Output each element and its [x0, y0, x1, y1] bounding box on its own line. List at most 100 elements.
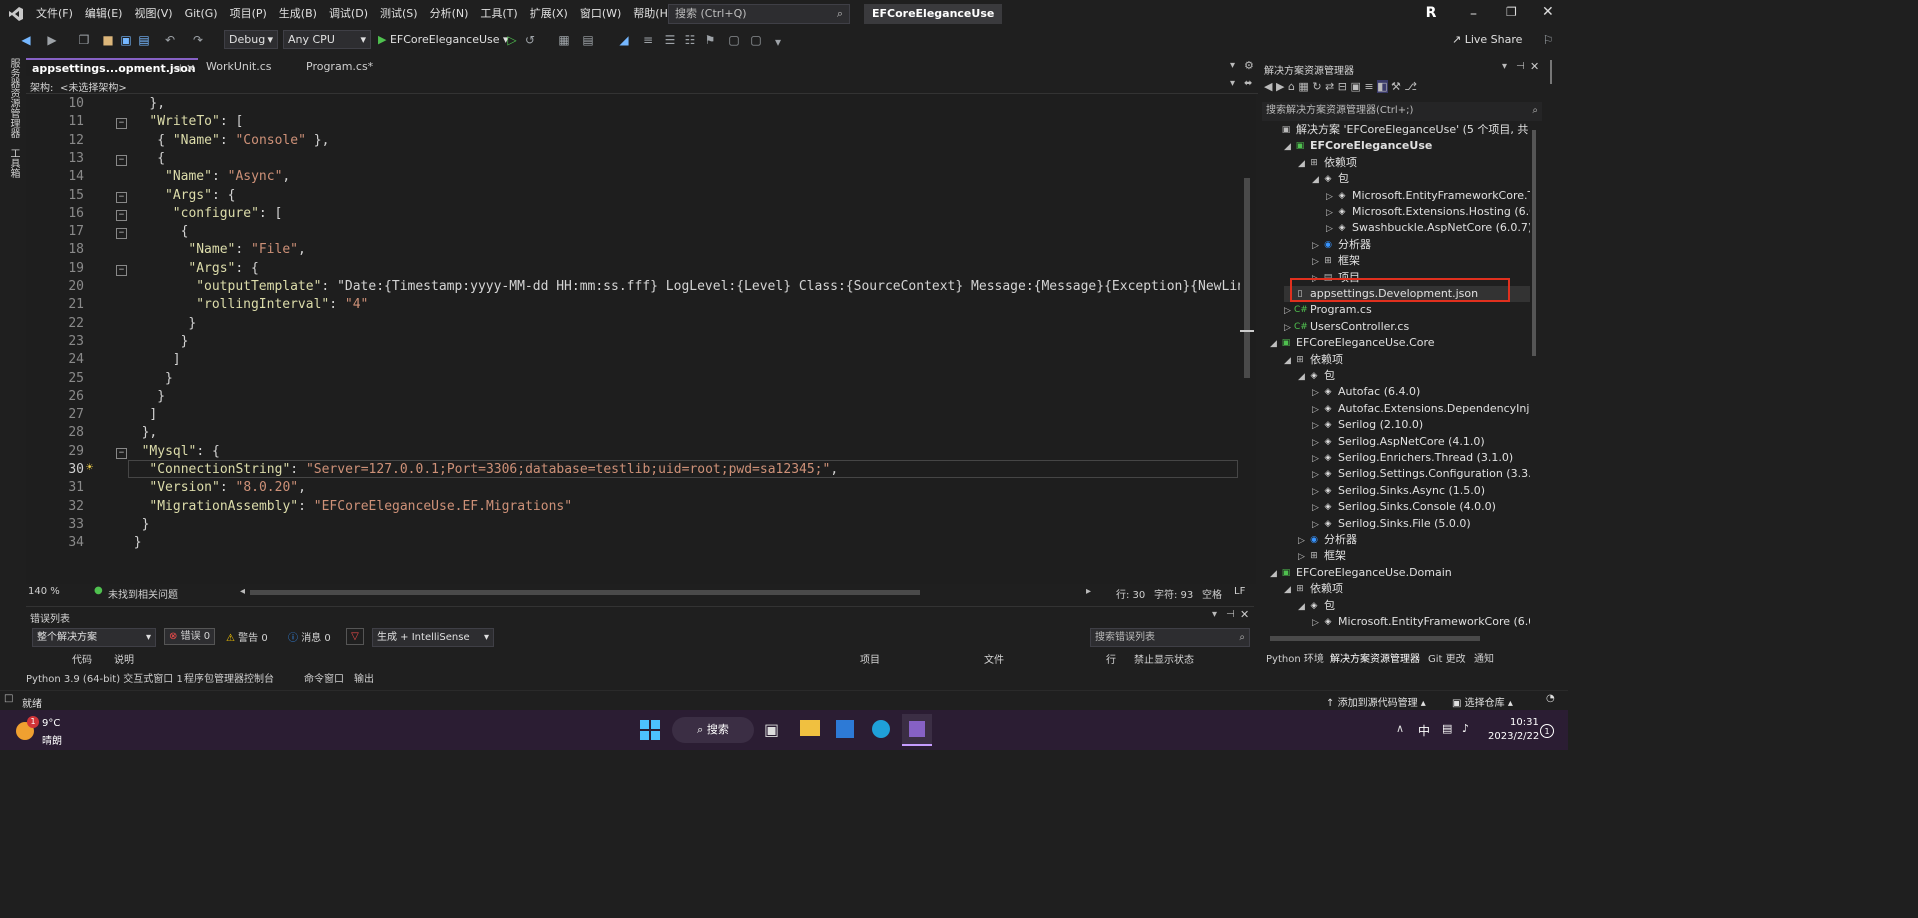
- col-line[interactable]: 行: [1106, 651, 1116, 666]
- menu-item[interactable]: 分析(N): [424, 0, 475, 28]
- git-icon[interactable]: ⎇: [1404, 80, 1417, 93]
- messages-filter[interactable]: ⓘ 消息 0: [288, 629, 331, 644]
- save-icon[interactable]: ▣: [118, 30, 134, 50]
- tree-item[interactable]: ▷ C# UsersController.cs: [1284, 319, 1530, 335]
- expand-arrow-icon[interactable]: ◢: [1312, 172, 1322, 188]
- toolbox-tab[interactable]: 工具箱: [6, 148, 21, 178]
- redo-icon[interactable]: ↷: [190, 30, 206, 50]
- back-icon[interactable]: ◀: [1264, 80, 1272, 93]
- expand-arrow-icon[interactable]: ▷: [1326, 189, 1336, 205]
- col-suppression[interactable]: 禁止显示状态: [1134, 651, 1194, 666]
- tree-item[interactable]: ◢ ⊞ 依赖项: [1284, 352, 1530, 368]
- tree-item[interactable]: ▷ C# Program.cs: [1284, 302, 1530, 318]
- col-code[interactable]: 代码: [72, 651, 92, 666]
- menu-item[interactable]: 项目(P): [224, 0, 273, 28]
- collapse-all-icon[interactable]: ⊟: [1338, 80, 1347, 93]
- panel-menu-icon[interactable]: ▾: [1502, 61, 1507, 72]
- close-tab-icon[interactable]: ✕: [186, 60, 195, 78]
- tab-git-changes[interactable]: Git 更改: [1428, 650, 1466, 665]
- select-repo[interactable]: ▣ 选择仓库 ▴: [1452, 694, 1513, 709]
- comment-icon[interactable]: ☰: [662, 30, 678, 50]
- eol-indicator[interactable]: LF: [1234, 586, 1245, 597]
- tree-item[interactable]: ▣ 解决方案 'EFCoreEleganceUse' (5 个项目, 共 5 个): [1270, 122, 1530, 138]
- tree-scrollbar[interactable]: [1530, 122, 1538, 648]
- tree-item[interactable]: ▷ ◈ Autofac (6.4.0): [1312, 384, 1530, 400]
- tree-item[interactable]: ▷ ◈ Serilog (2.10.0): [1312, 417, 1530, 433]
- network-icon[interactable]: ▤: [1442, 722, 1452, 735]
- tree-item[interactable]: ▷ ⊞ 框架: [1312, 253, 1530, 269]
- expand-arrow-icon[interactable]: ▷: [1312, 517, 1322, 533]
- menu-item[interactable]: 视图(V): [128, 0, 178, 28]
- expand-arrow-icon[interactable]: ▷: [1326, 221, 1336, 237]
- filter-button[interactable]: ▽: [346, 628, 364, 645]
- expand-arrow-icon[interactable]: ◢: [1298, 599, 1308, 615]
- add-source-control[interactable]: ↑ 添加到源代码管理 ▴: [1326, 694, 1426, 709]
- fold-toggle-icon[interactable]: −: [116, 118, 127, 130]
- tab-solution-explorer[interactable]: 解决方案资源管理器: [1330, 650, 1420, 665]
- menu-item[interactable]: 扩展(X): [524, 0, 574, 28]
- expand-arrow-icon[interactable]: ◢: [1270, 336, 1280, 352]
- expand-arrow-icon[interactable]: ▷: [1298, 549, 1308, 565]
- expand-arrow-icon[interactable]: ◢: [1270, 566, 1280, 582]
- expand-arrow-icon[interactable]: ▷: [1326, 205, 1336, 221]
- tree-item[interactable]: ▷ ◈ Serilog.Sinks.File (5.0.0): [1312, 516, 1530, 532]
- tree-item[interactable]: ▷ ◈ Swashbuckle.AspNetCore (6.0.7): [1326, 220, 1530, 236]
- tree-item[interactable]: ▷ ◉ 分析器: [1312, 237, 1530, 253]
- visual-studio-taskbar-icon[interactable]: [902, 714, 932, 746]
- tree-item[interactable]: ◢ ▣ EFCoreEleganceUse: [1284, 138, 1530, 154]
- chevron-up-icon[interactable]: ∧: [1396, 722, 1404, 735]
- tree-item[interactable]: ◢ ◈ 包: [1312, 171, 1530, 187]
- expand-arrow-icon[interactable]: ▷: [1312, 254, 1322, 270]
- tab-program[interactable]: Program.cs*: [300, 58, 400, 76]
- live-share-button[interactable]: ↗ Live Share: [1452, 31, 1522, 49]
- tree-item[interactable]: ▷ ◈ Serilog.Sinks.Console (4.0.0): [1312, 499, 1530, 515]
- tab-python-interactive[interactable]: Python 3.9 (64-bit) 交互式窗口 1: [26, 670, 183, 685]
- expand-arrow-icon[interactable]: ▷: [1312, 385, 1322, 401]
- task-view-icon[interactable]: ▣: [764, 720, 779, 739]
- expand-arrow-icon[interactable]: ▷: [1312, 500, 1322, 516]
- tree-item[interactable]: ◢ ⊞ 依赖项: [1298, 155, 1530, 171]
- menu-item[interactable]: 文件(F): [30, 0, 79, 28]
- code-editor[interactable]: 10}, 11 − "WriteTo": [12 { "Name": "Console"…: [26, 94, 1256, 584]
- tree-item[interactable]: ▷ ◈ Serilog.Sinks.Async (1.5.0): [1312, 483, 1530, 499]
- warnings-filter[interactable]: ⚠ 警告 0: [226, 629, 268, 644]
- expand-arrow-icon[interactable]: ▷: [1312, 615, 1322, 631]
- file-explorer-icon[interactable]: [800, 720, 820, 736]
- notification-badge[interactable]: 1: [1540, 724, 1554, 738]
- errors-filter[interactable]: ⊗ 错误 0: [164, 628, 216, 645]
- uncomment-icon[interactable]: ☷: [682, 30, 698, 50]
- expand-arrow-icon[interactable]: ▷: [1298, 533, 1308, 549]
- hot-reload-icon[interactable]: ↺: [522, 30, 538, 50]
- open-folder-icon[interactable]: ■: [100, 30, 116, 50]
- col-file[interactable]: 文件: [984, 651, 1004, 666]
- forward-icon[interactable]: ▶: [44, 30, 60, 50]
- chevron-down-icon[interactable]: ▾: [1230, 78, 1235, 89]
- fold-toggle-icon[interactable]: −: [116, 209, 127, 221]
- fold-toggle-icon[interactable]: −: [116, 228, 127, 240]
- menu-item[interactable]: 窗口(W): [574, 0, 627, 28]
- horizontal-scrollbar[interactable]: [250, 590, 920, 595]
- new-item-icon[interactable]: ❐: [76, 30, 92, 50]
- tree-item[interactable]: ◢ ◈ 包: [1298, 598, 1530, 614]
- pending-changes-icon[interactable]: ↻: [1312, 80, 1321, 93]
- platform-select[interactable]: Any CPU ▾: [283, 30, 371, 49]
- expand-arrow-icon[interactable]: ▷: [1312, 402, 1322, 418]
- zoom-select[interactable]: 140 %: [28, 586, 60, 597]
- expand-arrow-icon[interactable]: ◢: [1284, 582, 1294, 598]
- expand-arrow-icon[interactable]: ▷: [1312, 418, 1322, 434]
- menu-item[interactable]: 调试(D): [323, 0, 374, 28]
- expand-arrow-icon[interactable]: ◢: [1298, 369, 1308, 385]
- align-icon[interactable]: ≡: [640, 30, 656, 50]
- split-icon[interactable]: ⬌: [1244, 78, 1252, 89]
- show-all-files-icon[interactable]: ▣: [1350, 80, 1360, 93]
- scroll-thumb[interactable]: [1532, 130, 1536, 356]
- tab-workunit[interactable]: WorkUnit.cs: [200, 58, 296, 76]
- col-description[interactable]: 说明: [114, 651, 134, 666]
- solution-search-input[interactable]: 搜索解决方案资源管理器(Ctrl+;) ⌕: [1262, 102, 1542, 121]
- volume-icon[interactable]: ♪: [1462, 722, 1469, 735]
- tree-hscrollbar[interactable]: [1270, 636, 1480, 641]
- fold-toggle-icon[interactable]: −: [116, 447, 127, 459]
- pin-icon[interactable]: ⊣: [1226, 609, 1235, 620]
- bookmark-next-icon[interactable]: ▢: [748, 30, 764, 50]
- tree-item[interactable]: ▷ ⊞ 框架: [1298, 548, 1530, 564]
